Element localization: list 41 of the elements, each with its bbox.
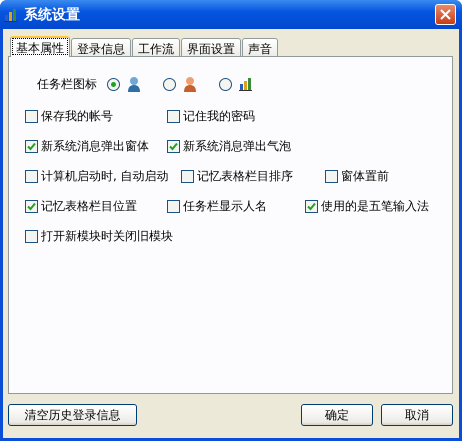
- checkbox[interactable]: [181, 170, 194, 182]
- checkbox[interactable]: [25, 230, 38, 242]
- checkbox[interactable]: [25, 140, 38, 152]
- tab[interactable]: 登录信息: [71, 38, 131, 56]
- close-button[interactable]: [435, 4, 456, 25]
- close-icon: [440, 9, 451, 20]
- checkbox-label: 记住我的密码: [183, 108, 255, 124]
- checkbox[interactable]: [305, 200, 318, 212]
- checkbox[interactable]: [167, 110, 180, 122]
- tab[interactable]: 声音: [242, 38, 278, 56]
- option-label: 任务栏图标: [37, 76, 97, 92]
- window-title: 系统设置: [24, 6, 81, 24]
- radio-button[interactable]: [163, 78, 176, 90]
- tab[interactable]: 基本属性: [10, 36, 70, 57]
- checkbox-label: 使用的是五笔输入法: [321, 198, 429, 214]
- checkbox[interactable]: [25, 200, 38, 212]
- radio-button[interactable]: [107, 78, 120, 90]
- checkbox-label: 计算机启动时, 自动启动: [41, 168, 169, 184]
- tab[interactable]: 界面设置: [181, 38, 241, 56]
- dialog-button[interactable]: 确定: [301, 404, 373, 426]
- bar-chart-icon: [239, 77, 253, 91]
- checkbox[interactable]: [167, 140, 180, 152]
- checkbox-label: 打开新模块时关闭旧模块: [41, 228, 173, 244]
- tab[interactable]: 工作流: [132, 38, 180, 56]
- checkbox-label: 窗体置前: [341, 168, 389, 184]
- checkbox[interactable]: [25, 110, 38, 122]
- checkbox-label: 新系统消息弹出气泡: [183, 138, 291, 154]
- radio-button[interactable]: [219, 78, 232, 90]
- person-icon: [127, 76, 141, 92]
- checkbox[interactable]: [25, 170, 38, 182]
- dialog-button[interactable]: 取消: [381, 404, 453, 426]
- checkbox-label: 新系统消息弹出窗体: [41, 138, 149, 154]
- checkbox-label: 记忆表格栏目位置: [41, 198, 137, 214]
- chart-icon: [4, 8, 18, 22]
- checkbox-label: 任务栏显示人名: [183, 198, 267, 214]
- person-icon: [183, 76, 197, 92]
- checkbox-label: 保存我的帐号: [41, 108, 113, 124]
- checkbox[interactable]: [325, 170, 338, 182]
- checkbox-label: 记忆表格栏目排序: [197, 168, 293, 184]
- checkbox[interactable]: [167, 200, 180, 212]
- dialog-button[interactable]: 清空历史登录信息: [8, 404, 137, 426]
